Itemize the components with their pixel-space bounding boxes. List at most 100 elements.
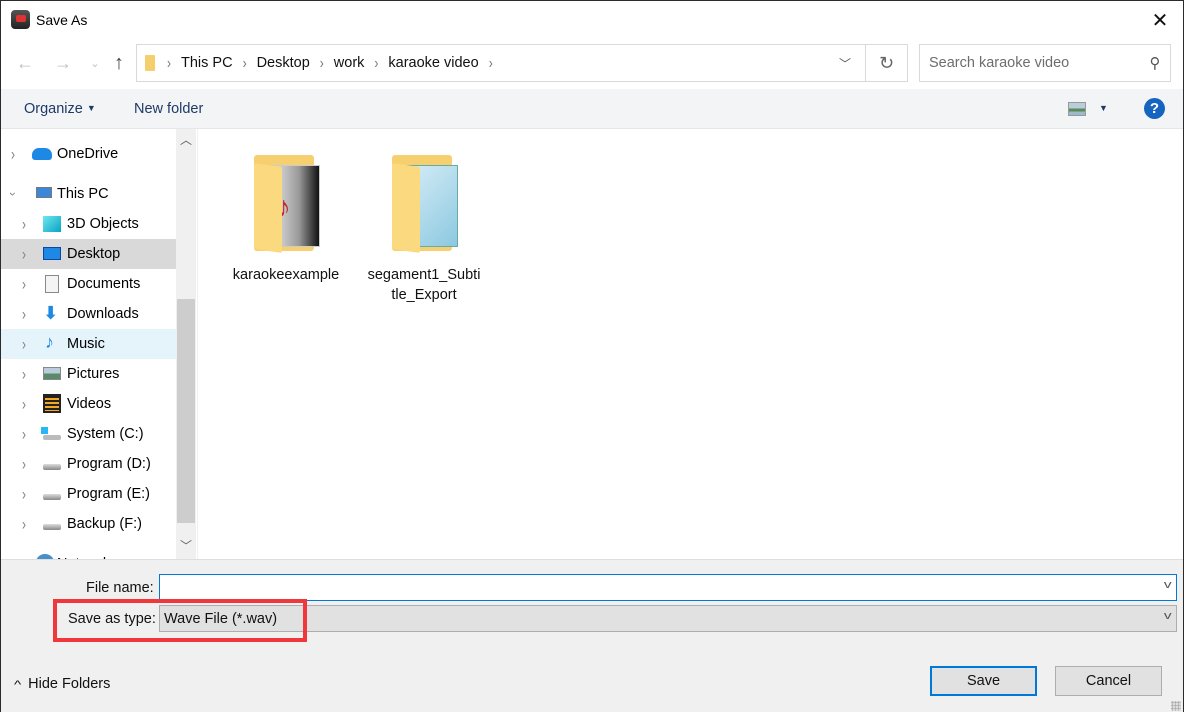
nav-item-label: Music [67,336,105,352]
up-button[interactable]: ↑ [107,51,131,75]
music-icon: ♪ [45,332,54,352]
chevron-right-icon[interactable]: › [22,274,26,294]
breadcrumb-this-pc[interactable]: This PC [181,55,233,71]
refresh-button[interactable]: ↻ [866,44,908,82]
chevron-right-icon[interactable]: › [22,454,26,474]
file-item-segament1-subtitle-export[interactable]: segament1_Subti tle_Export [364,151,484,305]
nav-item-this-pc[interactable]: › This PC [1,179,176,209]
navigation-pane: › OneDrive › This PC › 3D Objects › Desk… [1,129,196,559]
chevron-down-icon: ⌄ [90,57,100,70]
nav-item-label: Downloads [67,306,139,322]
resize-grip[interactable] [1171,701,1181,711]
navigation-bar: ← → ⌄ ↑ › This PC › Desktop › work › kar… [1,39,1183,89]
folder-icon [145,55,155,71]
breadcrumb-separator[interactable]: › [320,54,324,72]
scroll-up-icon[interactable]: ︿ [176,131,196,151]
chevron-right-icon[interactable]: › [22,364,26,384]
chevron-right-icon[interactable]: › [22,214,26,234]
close-icon: ✕ [1151,9,1169,32]
save-as-dialog: Save As ✕ ← → ⌄ ↑ › This PC › Desktop › … [0,0,1184,712]
nav-item-network[interactable]: Network [1,549,176,559]
breadcrumb-separator[interactable]: › [167,54,171,72]
chevron-right-icon[interactable]: › [22,334,26,354]
cloud-icon [32,148,52,160]
nav-item-label: Documents [67,276,141,292]
nav-item-program-d[interactable]: › Program (D:) [1,449,176,479]
chevron-down-icon[interactable]: v [1163,610,1171,622]
save-button[interactable]: Save [930,666,1037,696]
chevron-up-icon: ^ [13,679,22,691]
app-icon [11,10,30,29]
pictures-icon [43,367,61,380]
save-as-type-select[interactable]: Wave File (*.wav) v [159,605,1177,632]
close-button[interactable]: ✕ [1137,1,1183,39]
scroll-down-icon[interactable]: ﹀ [176,537,196,557]
scrollbar-thumb[interactable] [177,299,195,523]
nav-item-label: Program (E:) [67,486,150,502]
search-input[interactable] [920,55,1140,71]
recent-locations-button[interactable]: ⌄ [83,51,107,75]
download-icon: ⬇ [43,303,59,323]
chevron-right-icon[interactable]: › [22,394,26,414]
search-icon[interactable]: ⚲ [1140,54,1170,72]
change-view-icon[interactable] [1068,102,1086,116]
chevron-right-icon[interactable]: › [22,484,26,504]
view-options-caret-icon[interactable]: ▼ [1099,103,1108,113]
videos-icon [43,394,61,413]
nav-item-label: Program (D:) [67,456,151,472]
address-bar[interactable]: › This PC › Desktop › work › karaoke vid… [136,44,866,82]
save-as-type-value: Wave File (*.wav) [164,611,278,627]
system-drive-icon [41,427,48,434]
nav-item-documents[interactable]: › Documents [1,269,176,299]
breadcrumb-work[interactable]: work [334,55,365,71]
chevron-right-icon[interactable]: › [22,514,26,534]
breadcrumb-separator[interactable]: › [489,54,493,72]
chevron-right-icon[interactable]: › [11,144,15,164]
breadcrumb-separator[interactable]: › [374,54,378,72]
breadcrumb-separator[interactable]: › [243,54,247,72]
new-folder-button[interactable]: New folder [134,101,203,117]
chevron-right-icon[interactable]: › [22,424,26,444]
chevron-down-icon[interactable]: v [1163,579,1171,591]
file-name-combobox[interactable]: v [159,574,1177,601]
address-dropdown-button[interactable]: ﹀ [825,45,865,81]
organize-label: Organize [24,101,83,117]
drive-icon [43,524,61,530]
chevron-down-icon[interactable]: › [6,192,20,196]
breadcrumb-desktop[interactable]: Desktop [257,55,310,71]
nav-item-backup-f[interactable]: › Backup (F:) [1,509,176,539]
save-as-type-label: Save as type: [68,611,156,627]
arrow-up-icon: ↑ [114,51,124,74]
save-options-panel: File name: v Save as type: Wave File (*.… [1,559,1183,712]
nav-item-3d-objects[interactable]: › 3D Objects [1,209,176,239]
help-icon[interactable]: ? [1144,98,1165,119]
file-item-karaokeexample[interactable]: ♪ karaokeexample [226,151,346,285]
nav-item-videos[interactable]: › Videos [1,389,176,419]
nav-item-downloads[interactable]: › ⬇ Downloads [1,299,176,329]
nav-item-pictures[interactable]: › Pictures [1,359,176,389]
nav-item-onedrive[interactable]: › OneDrive [1,139,176,169]
window-title: Save As [36,12,88,28]
file-name-input[interactable] [160,575,1176,600]
search-box[interactable]: ⚲ [919,44,1171,82]
drive-icon [43,464,61,470]
breadcrumb-karaoke-video[interactable]: karaoke video [388,55,478,71]
chevron-right-icon[interactable]: › [22,244,26,264]
nav-item-music[interactable]: › ♪ Music [1,329,176,359]
nav-item-program-e[interactable]: › Program (E:) [1,479,176,509]
hide-folders-label: Hide Folders [28,676,111,692]
chevron-right-icon[interactable]: › [22,304,26,324]
forward-button[interactable]: → [51,51,75,75]
nav-item-desktop[interactable]: › Desktop [1,239,176,269]
arrow-left-icon: ← [16,52,34,73]
nav-item-system-c[interactable]: › System (C:) [1,419,176,449]
folder-icon: ♪ [246,151,326,255]
drive-icon [43,494,61,500]
hide-folders-button[interactable]: ^ Hide Folders [13,676,111,692]
back-button[interactable]: ← [13,51,37,75]
nav-pane-scrollbar[interactable]: ︿ ﹀ [176,129,196,559]
file-name: karaokeexample [232,267,340,283]
organize-button[interactable]: Organize ▼ [24,101,96,117]
cancel-button[interactable]: Cancel [1055,666,1162,696]
desktop-icon [43,247,61,260]
